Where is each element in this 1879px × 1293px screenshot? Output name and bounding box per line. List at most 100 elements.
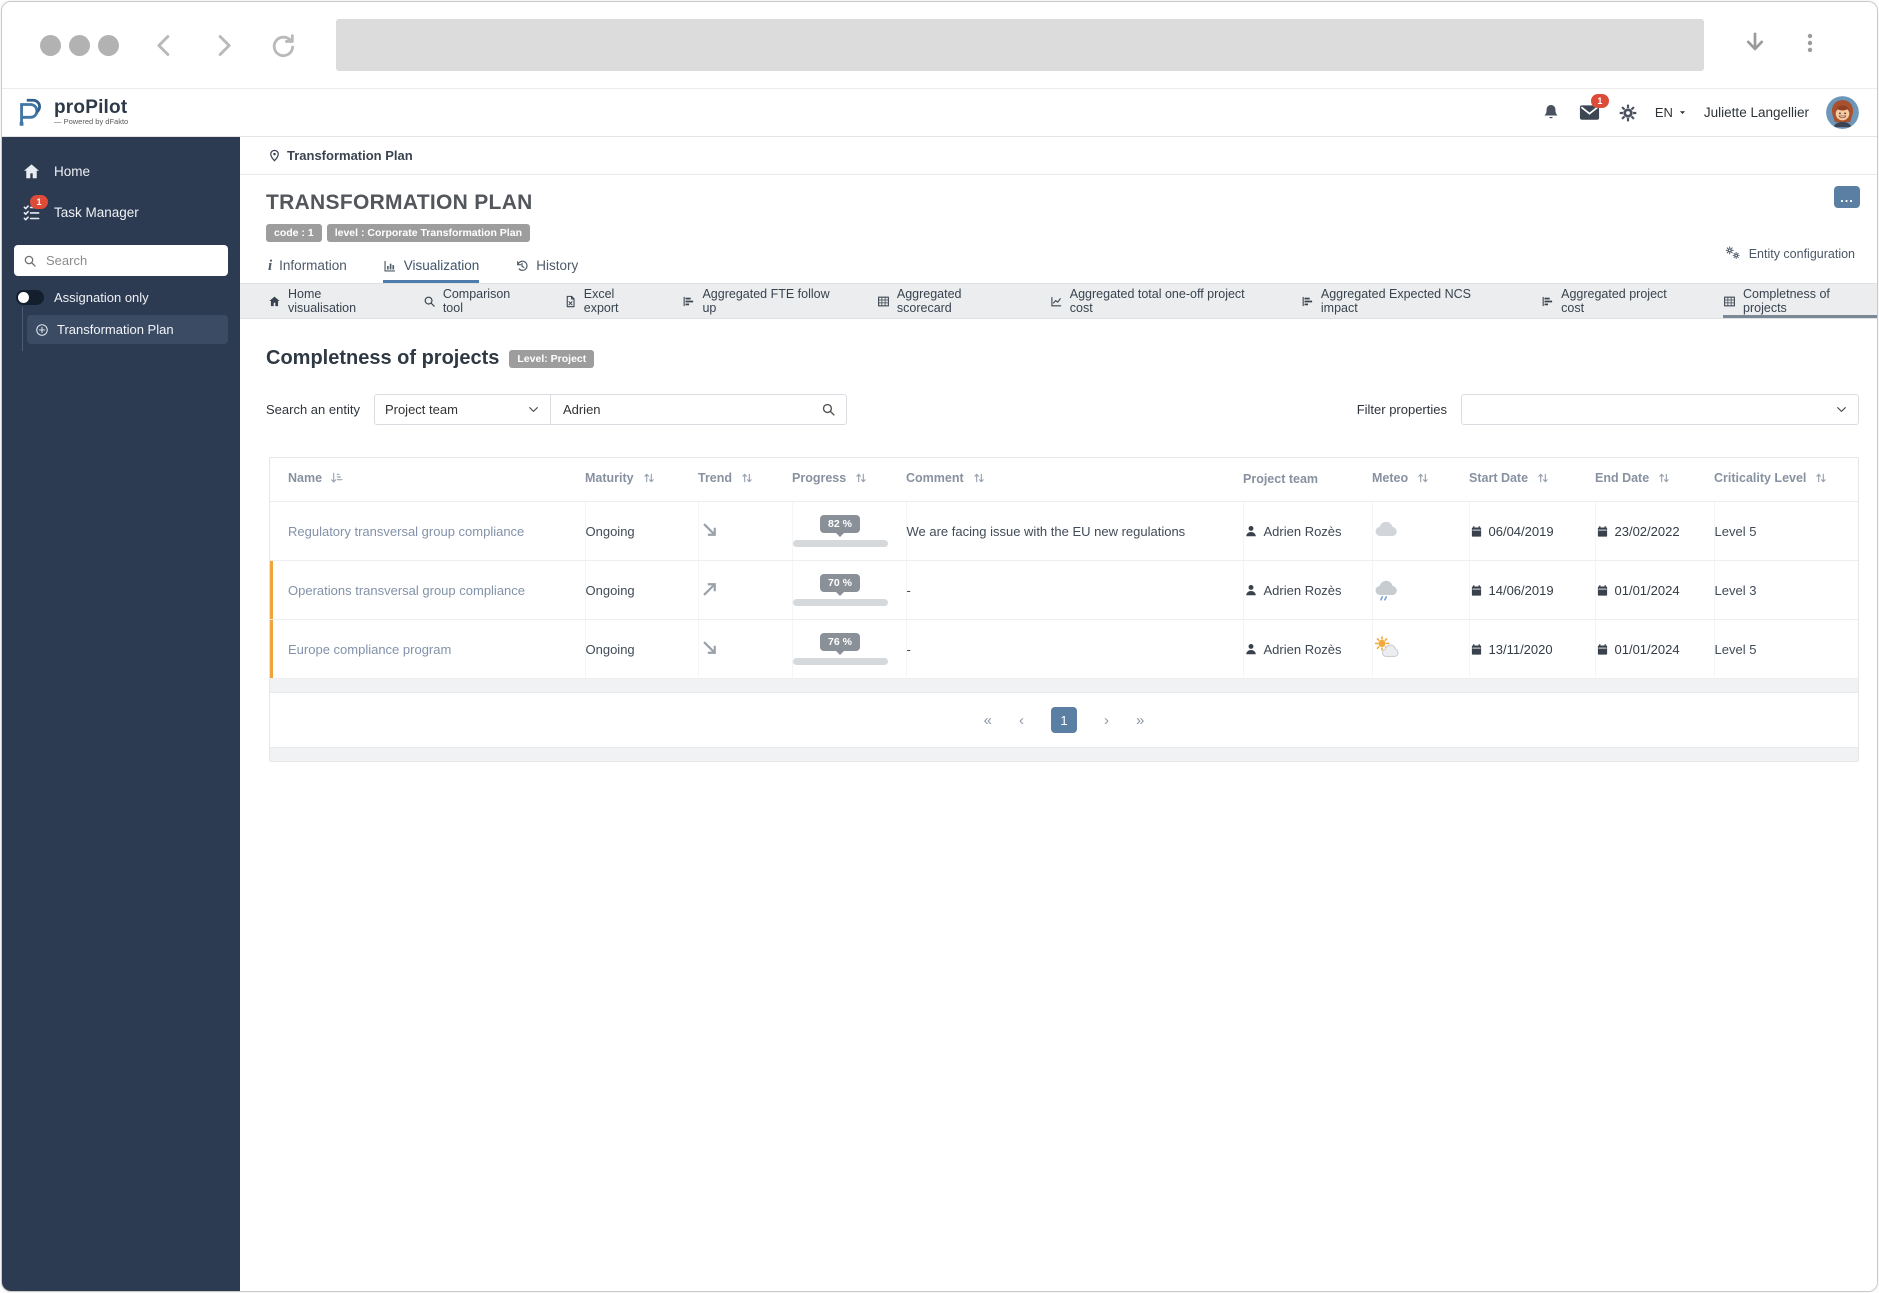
calendar-icon bbox=[1596, 525, 1609, 538]
history-icon bbox=[515, 259, 529, 273]
notifications-bell-icon[interactable] bbox=[1541, 103, 1561, 123]
assignation-toggle[interactable] bbox=[16, 290, 44, 305]
column-header-start-date[interactable]: Start Date bbox=[1469, 458, 1595, 502]
project-name-link[interactable]: Regulatory transversal group compliance bbox=[288, 524, 524, 539]
column-header-progress[interactable]: Progress bbox=[792, 458, 906, 502]
calendar-icon bbox=[1596, 643, 1609, 656]
browser-chrome bbox=[2, 2, 1877, 88]
sort-icon[interactable] bbox=[853, 470, 869, 489]
column-header-criticality-level[interactable]: Criticality Level bbox=[1714, 458, 1858, 502]
subtab-aggregated-expected-ncs-impact[interactable]: Aggregated Expected NCS impact bbox=[1301, 284, 1511, 318]
subtab-aggregated-fte-follow-up[interactable]: Aggregated FTE follow up bbox=[682, 284, 846, 318]
filter-properties-select[interactable] bbox=[1461, 394, 1859, 425]
pagination-last-button[interactable]: » bbox=[1136, 713, 1144, 728]
column-header-trend[interactable]: Trend bbox=[698, 458, 792, 502]
user-name[interactable]: Juliette Langellier bbox=[1704, 105, 1809, 120]
entity-search-field[interactable] bbox=[551, 394, 847, 425]
sort-icon[interactable] bbox=[971, 470, 987, 489]
messages-mail-icon[interactable]: 1 bbox=[1578, 101, 1601, 124]
pagination: « ‹ 1 › » bbox=[270, 693, 1858, 747]
column-header-maturity[interactable]: Maturity bbox=[585, 458, 698, 502]
tab-information[interactable]: Information bbox=[268, 258, 347, 283]
refresh-icon[interactable] bbox=[269, 32, 296, 59]
sort-icon[interactable] bbox=[1656, 470, 1672, 489]
sidebar: Home 1 Task Manager Assignation only bbox=[2, 137, 240, 1291]
subtab-excel-export[interactable]: Excel export bbox=[564, 284, 653, 318]
column-header-project-team[interactable]: Project team bbox=[1243, 458, 1372, 502]
table-row[interactable]: Operations transversal group compliance … bbox=[270, 561, 1858, 620]
avatar[interactable] bbox=[1826, 96, 1859, 129]
back-icon[interactable] bbox=[151, 32, 178, 59]
window-dot[interactable] bbox=[98, 35, 119, 56]
language-selector[interactable]: EN bbox=[1655, 105, 1687, 120]
search-icon[interactable] bbox=[821, 402, 836, 417]
window-dot[interactable] bbox=[40, 35, 61, 56]
pagination-current-page[interactable]: 1 bbox=[1051, 707, 1077, 733]
subtab-comparison-tool[interactable]: Comparison tool bbox=[423, 284, 534, 318]
browser-menu-icon[interactable] bbox=[1798, 31, 1822, 60]
column-header-comment[interactable]: Comment bbox=[906, 458, 1243, 502]
project-name-link[interactable]: Europe compliance program bbox=[288, 642, 451, 657]
meteo-icon bbox=[1373, 590, 1399, 605]
entity-type-select[interactable]: Project team bbox=[374, 394, 551, 425]
subtab-completness-of-projects[interactable]: Completness of projects bbox=[1723, 284, 1877, 318]
progress-bar bbox=[793, 540, 888, 547]
maturity-cell: Ongoing bbox=[585, 561, 698, 620]
expand-plus-icon[interactable] bbox=[35, 323, 49, 337]
breadcrumb[interactable]: Transformation Plan bbox=[240, 137, 1877, 175]
grid-icon bbox=[1723, 295, 1736, 308]
subtab-home-visualisation[interactable]: Home visualisation bbox=[268, 284, 393, 318]
pagination-next-button[interactable]: › bbox=[1104, 713, 1109, 728]
sidebar-item-home[interactable]: Home bbox=[2, 151, 240, 192]
sort-icon[interactable] bbox=[1813, 470, 1829, 489]
maturity-cell: Ongoing bbox=[585, 620, 698, 679]
download-icon[interactable] bbox=[1742, 30, 1768, 61]
progress-bar bbox=[793, 599, 888, 606]
project-name-link[interactable]: Operations transversal group compliance bbox=[288, 583, 525, 598]
more-options-button[interactable]: ... bbox=[1834, 186, 1860, 208]
sidebar-search[interactable] bbox=[14, 245, 228, 276]
entity-configuration-button[interactable]: Entity configuration bbox=[1725, 245, 1855, 262]
chevron-down-icon bbox=[1835, 403, 1848, 416]
pagination-prev-button[interactable]: ‹ bbox=[1019, 713, 1024, 728]
tab-visualization[interactable]: Visualization bbox=[383, 258, 480, 283]
column-header-meteo[interactable]: Meteo bbox=[1372, 458, 1469, 502]
sort-icon[interactable] bbox=[1535, 470, 1551, 489]
project-team-cell: Adrien Rozès bbox=[1264, 583, 1342, 598]
sidebar-item-task-manager[interactable]: 1 Task Manager bbox=[2, 192, 240, 233]
pagination-first-button[interactable]: « bbox=[984, 713, 992, 728]
sidebar-search-input[interactable] bbox=[44, 252, 224, 269]
sort-icon[interactable] bbox=[641, 470, 657, 489]
subtab-aggregated-total-one-off-project-cost[interactable]: Aggregated total one-off project cost bbox=[1050, 284, 1271, 318]
maturity-cell: Ongoing bbox=[585, 502, 698, 561]
column-header-name[interactable]: Name bbox=[270, 458, 585, 502]
table-row[interactable]: Regulatory transversal group compliance … bbox=[270, 502, 1858, 561]
page-tabs: Information Visualization History bbox=[240, 242, 1877, 283]
sort-icon[interactable] bbox=[1415, 470, 1431, 489]
propilot-logo-icon bbox=[14, 96, 48, 130]
calendar-icon bbox=[1596, 584, 1609, 597]
sort-icon[interactable] bbox=[329, 470, 345, 489]
logo-subtext: — Powered by dFakto bbox=[54, 117, 128, 126]
settings-gear-icon[interactable] bbox=[1618, 103, 1638, 123]
subtab-aggregated-scorecard[interactable]: Aggregated scorecard bbox=[877, 284, 1020, 318]
url-bar[interactable] bbox=[336, 19, 1704, 71]
window-controls[interactable] bbox=[40, 35, 119, 56]
project-team-cell: Adrien Rozès bbox=[1264, 524, 1342, 539]
sort-icon[interactable] bbox=[739, 470, 755, 489]
propilot-logo[interactable]: proPilot — Powered by dFakto bbox=[14, 96, 128, 130]
column-header-end-date[interactable]: End Date bbox=[1595, 458, 1714, 502]
entity-search-input[interactable] bbox=[561, 401, 821, 418]
window-dot[interactable] bbox=[69, 35, 90, 56]
progress-badge: 70 % bbox=[820, 574, 860, 592]
sidebar-tree-item-transformation-plan[interactable]: Transformation Plan bbox=[27, 315, 228, 344]
filter-properties-label: Filter properties bbox=[1357, 402, 1447, 417]
table-row[interactable]: Europe compliance program Ongoing 76 % -… bbox=[270, 620, 1858, 679]
person-icon bbox=[1244, 524, 1258, 538]
forward-icon[interactable] bbox=[210, 32, 237, 59]
end-date-cell: 01/01/2024 bbox=[1615, 583, 1680, 598]
subtab-aggregated-project-cost[interactable]: Aggregated project cost bbox=[1541, 284, 1693, 318]
tab-history[interactable]: History bbox=[515, 258, 578, 283]
chart-icon bbox=[383, 259, 397, 273]
grid-icon bbox=[877, 295, 890, 308]
